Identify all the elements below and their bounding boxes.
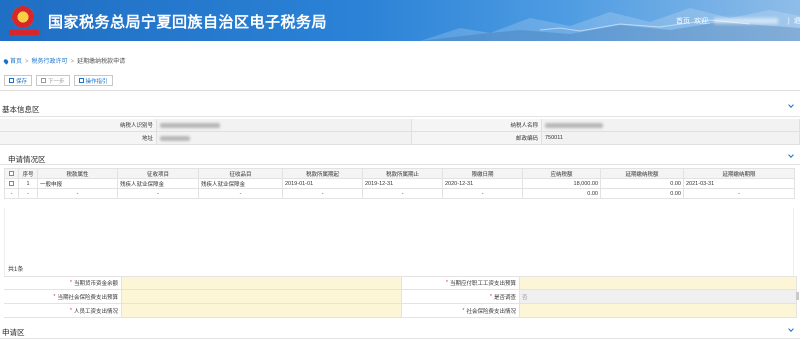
save-icon [9, 78, 14, 83]
username-redacted [713, 18, 778, 25]
application-collapse-icon[interactable] [788, 152, 794, 158]
select-all-checkbox[interactable] [4, 168, 19, 179]
apply-section-divider [0, 338, 800, 339]
table-cell: 0.00 [600, 178, 684, 189]
table-cell: 2019-12-31 [362, 178, 443, 189]
site-title: 国家税务总局宁夏回族自治区电子税务局 [48, 14, 328, 31]
table-cell: 2021-03-31 [683, 178, 795, 189]
guide-button[interactable]: 操作指引 [73, 75, 113, 86]
cash-balance-input[interactable] [122, 277, 402, 289]
basic-info-collapse-icon[interactable] [788, 102, 794, 108]
col-header: 税款所属期止 [362, 168, 443, 179]
taxpayer-name-label: 纳税人名称 [412, 119, 542, 131]
social-insurance-budget-input[interactable] [122, 290, 402, 303]
table-cell: - [198, 188, 283, 199]
table-cell: 0.00 [600, 188, 684, 199]
table-header-row: 序号 税款属性 征收项目 征收品目 税款所属期起 税款所属期止 限缴日期 应纳税… [4, 168, 795, 179]
investigate-label: * 是否调查 [402, 290, 520, 303]
table-body-area [4, 208, 794, 282]
salary-budget-input[interactable] [520, 277, 797, 289]
home-link[interactable]: 首页 [676, 18, 690, 25]
table-cell: 残疾人就业保障金 [117, 178, 199, 189]
form-row-3: * 人员工资支出情况 * 社会保险费支出情况 [4, 304, 797, 318]
scrollbar-thumb[interactable] [796, 292, 799, 300]
table-cell: 0.00 [522, 188, 601, 199]
table-cell: - [282, 188, 363, 199]
col-header: 应纳税额 [522, 168, 601, 179]
toolbar-divider [0, 90, 800, 91]
table-cell: - [37, 188, 118, 199]
table-cell: 一般申报 [37, 178, 118, 189]
application-table: 序号 税款属性 征收项目 征收品目 税款所属期起 税款所属期止 限缴日期 应纳税… [4, 168, 795, 199]
salary-budget-label: * 当期应付职工工资支出预算 [402, 277, 520, 289]
taxpayer-name-value [542, 119, 800, 131]
address-value [157, 132, 412, 144]
row-checkbox[interactable] [4, 178, 19, 189]
col-header: 延期缴纳期限 [683, 168, 795, 179]
table-cell: 残疾人就业保障金 [198, 178, 283, 189]
link-separator: | [787, 18, 790, 25]
breadcrumb-item-permit[interactable]: 税务行政许可 [32, 59, 68, 65]
apply-section-collapse-icon[interactable] [788, 326, 794, 332]
table-cell: - [362, 188, 443, 199]
social-insurance-expense-input[interactable] [520, 304, 797, 317]
breadcrumb-home[interactable]: 首页 [10, 59, 22, 65]
taxpayer-id-label: 纳税人识别号 [0, 119, 157, 131]
logout-link[interactable]: 退出 [794, 18, 800, 25]
table-cell: 18,000.00 [522, 178, 601, 189]
welcome-text: 欢迎, [693, 18, 710, 25]
col-header: 序号 [18, 168, 38, 179]
col-header: 征收项目 [117, 168, 199, 179]
table-cell: - [18, 188, 38, 199]
emblem-ribbon [9, 30, 39, 35]
basic-info-title: 基本信息区 [2, 105, 40, 114]
toolbar: 保存 下一步 操作指引 [4, 75, 113, 86]
table-cell: 2019-01-01 [282, 178, 363, 189]
arrow-right-icon [41, 78, 47, 83]
col-header: 征收品目 [198, 168, 283, 179]
header-links: 首页 欢迎, | 退出 [676, 16, 800, 26]
table-cell: 2020-12-31 [442, 178, 523, 189]
table-cell: - [683, 188, 795, 199]
cash-balance-label: * 当期货币资金余额 [4, 277, 122, 289]
info-row-2: 地址 邮政编码 750011 [0, 132, 800, 145]
taxpayer-id-value [157, 119, 412, 131]
social-insurance-budget-label: * 当期社会保险费支出预算 [4, 290, 122, 303]
info-row-1: 纳税人识别号 纳税人名称 [0, 119, 800, 132]
table-cell: - [442, 188, 523, 199]
form-row-1: * 当期货币资金余额 * 当期应付职工工资支出预算 [4, 276, 797, 290]
book-icon [78, 78, 84, 83]
col-header: 延期缴纳税额 [600, 168, 684, 179]
record-count: 共1条 [8, 267, 24, 273]
address-label: 地址 [0, 132, 157, 144]
breadcrumb: 首页 > 税务行政许可 > 延期缴纳税款申请 [2, 56, 126, 65]
breadcrumb-current: 延期缴纳税款申请 [77, 59, 126, 65]
col-header: 税款所属期起 [282, 168, 363, 179]
next-step-button[interactable]: 下一步 [36, 75, 70, 86]
form-row-2: * 当期社会保险费支出预算 * 是否调查 否 [4, 290, 797, 304]
apply-section-title: 申请区 [2, 328, 25, 337]
save-button[interactable]: 保存 [4, 75, 33, 86]
top-header: 国家税务总局宁夏回族自治区电子税务局 首页 欢迎, | 退出 [0, 0, 800, 41]
investigate-select[interactable]: 否 [520, 290, 797, 303]
social-insurance-expense-label: * 社会保险费支出情况 [402, 304, 520, 317]
table-cell: 1 [18, 178, 38, 189]
table-row: - - - - - - - - 0.00 0.00 - [4, 188, 795, 199]
location-pin-icon [2, 58, 10, 65]
application-divider [0, 164, 800, 165]
national-emblem-icon [12, 6, 34, 28]
table-cell: - [117, 188, 199, 199]
table-cell: - [4, 188, 19, 199]
postcode-label: 邮政编码 [412, 132, 542, 144]
basic-info-divider [0, 116, 800, 117]
postcode-value: 750011 [542, 132, 800, 144]
salary-expense-input[interactable] [122, 304, 402, 317]
col-header: 限缴日期 [442, 168, 523, 179]
table-row[interactable]: 1 一般申报 残疾人就业保障金 残疾人就业保障金 2019-01-01 2019… [4, 178, 795, 189]
col-header: 税款属性 [37, 168, 118, 179]
salary-expense-label: * 人员工资支出情况 [4, 304, 122, 317]
